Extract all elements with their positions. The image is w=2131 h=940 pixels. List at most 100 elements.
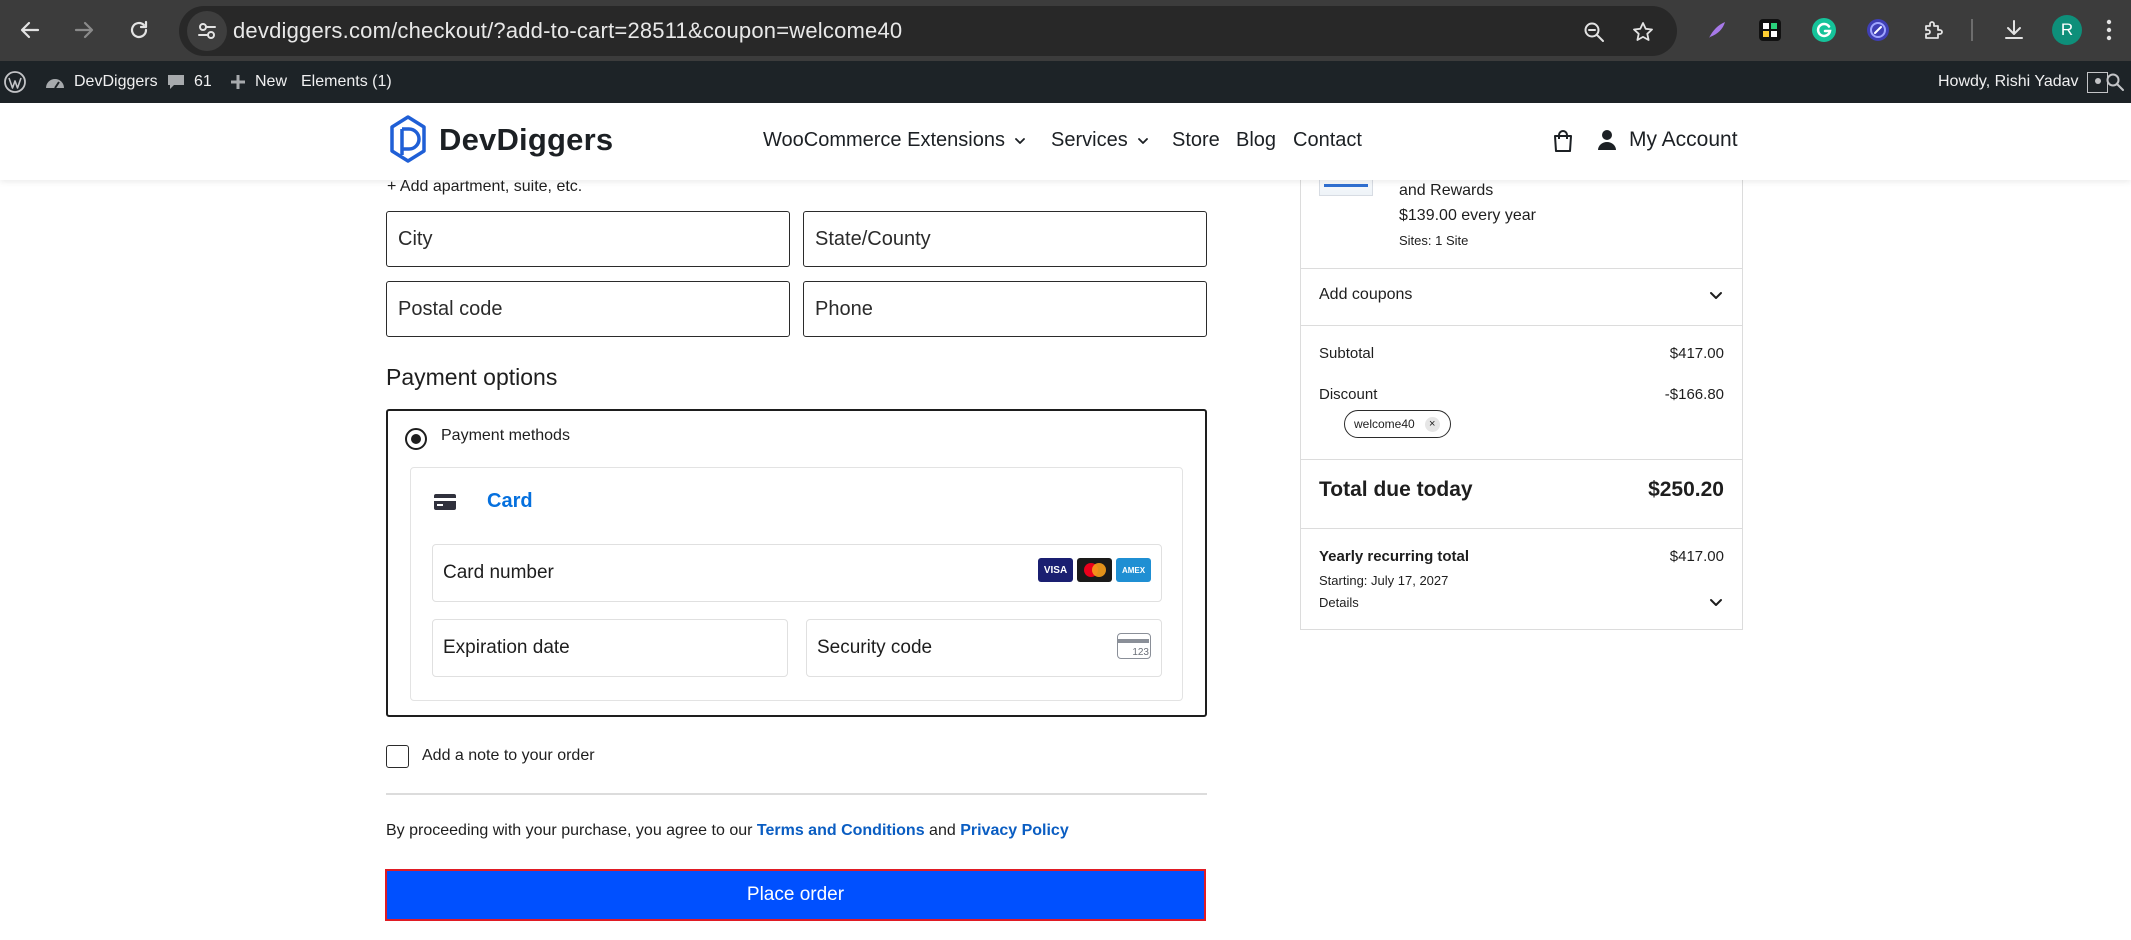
terms-link[interactable]: Terms and Conditions xyxy=(757,822,925,839)
card-number-placeholder: Card number xyxy=(443,562,554,583)
toolbar-divider xyxy=(1971,19,1973,41)
postal-code-field[interactable]: Postal code xyxy=(386,281,790,337)
adminbar-my-account[interactable]: Howdy, Rishi Yadav xyxy=(1938,61,2108,103)
payment-methods-box: Payment methods Card Card number VISA AM… xyxy=(386,409,1207,717)
privacy-link[interactable]: Privacy Policy xyxy=(960,822,1069,839)
mastercard-icon xyxy=(1077,558,1112,582)
recurring-label: Yearly recurring total xyxy=(1319,548,1470,565)
discount-label: Discount xyxy=(1319,386,1378,403)
credit-card-icon xyxy=(434,493,456,510)
extension-grammarly-button[interactable] xyxy=(1809,15,1839,45)
recurring-start: Starting: July 17, 2027 xyxy=(1319,573,1449,588)
site-info-button[interactable] xyxy=(187,11,227,51)
reload-icon xyxy=(130,20,148,39)
extensions-button[interactable] xyxy=(1918,15,1948,45)
subtotal-value: $417.00 xyxy=(1669,345,1724,362)
zoom-button[interactable] xyxy=(1581,19,1607,45)
extension-grid-button[interactable] xyxy=(1755,15,1785,45)
address-bar[interactable]: devdiggers.com/checkout/?add-to-cart=285… xyxy=(179,6,1677,56)
puzzle-icon xyxy=(1925,21,1943,39)
expiration-date-input[interactable]: Expiration date xyxy=(432,619,788,677)
more-menu-icon[interactable] xyxy=(2106,18,2112,42)
postal-placeholder: Postal code xyxy=(398,298,503,320)
cvc-icon: 123 xyxy=(1117,633,1151,659)
adminbar-elements[interactable]: Elements (1) xyxy=(301,61,392,103)
reload-button[interactable] xyxy=(121,12,157,48)
forward-button[interactable] xyxy=(66,12,102,48)
my-account-link[interactable]: My Account xyxy=(1597,128,1738,152)
shopping-bag-icon xyxy=(1554,130,1572,152)
nav-store[interactable]: Store xyxy=(1172,129,1220,152)
bookmark-button[interactable] xyxy=(1630,19,1656,45)
site-logo[interactable]: DevDiggers xyxy=(385,111,613,169)
total-value: $250.20 xyxy=(1648,478,1724,501)
recurring-value: $417.00 xyxy=(1669,548,1724,565)
extension-feather-button[interactable] xyxy=(1702,15,1732,45)
city-field[interactable]: City xyxy=(386,211,790,267)
state-field[interactable]: State/County xyxy=(803,211,1207,267)
comment-icon xyxy=(168,75,184,89)
plus-icon xyxy=(231,75,245,89)
recurring-total-row: Yearly recurring total $417.00 xyxy=(1319,548,1724,565)
grid-app-icon xyxy=(1759,19,1781,41)
chevron-down-icon xyxy=(1710,599,1722,606)
payment-methods-label: Payment methods xyxy=(441,427,570,444)
nav-woocommerce-extensions[interactable]: WooCommerce Extensions xyxy=(763,129,1027,152)
add-coupons-label: Add coupons xyxy=(1319,286,1413,303)
recurring-start-row: Starting: July 17, 2027 xyxy=(1319,573,1724,588)
site-header: DevDiggers WooCommerce Extensions Servic… xyxy=(0,103,2131,180)
extension-bolt-button[interactable] xyxy=(1863,15,1893,45)
cart-button[interactable] xyxy=(1552,129,1574,158)
grammarly-icon xyxy=(1812,18,1836,42)
url-text[interactable]: devdiggers.com/checkout/?add-to-cart=285… xyxy=(233,18,902,44)
expiration-placeholder: Expiration date xyxy=(443,637,570,658)
payment-options-title: Payment options xyxy=(386,364,558,390)
bolt-circle-icon xyxy=(1867,19,1889,41)
product-sites: Sites: 1 Site xyxy=(1399,233,1469,248)
payment-method-radio[interactable] xyxy=(405,428,427,450)
amex-icon: AMEX xyxy=(1116,558,1151,582)
details-toggle[interactable]: Details xyxy=(1319,594,1724,610)
summary-divider xyxy=(1301,268,1742,269)
wp-logo-menu[interactable] xyxy=(3,61,27,103)
howdy-text: Howdy, Rishi Yadav xyxy=(1938,73,2079,90)
chevron-down-icon xyxy=(1710,292,1722,299)
summary-divider xyxy=(1301,325,1742,326)
back-button[interactable] xyxy=(12,12,48,48)
devdiggers-logo-icon xyxy=(390,115,426,163)
arrow-left-icon xyxy=(20,21,40,39)
nav-label: Blog xyxy=(1236,129,1277,151)
downloads-button[interactable] xyxy=(1999,15,2029,45)
order-note-checkbox[interactable] xyxy=(386,745,409,768)
wordpress-icon xyxy=(4,71,26,93)
comments-count: 61 xyxy=(194,73,212,90)
add-apartment-link[interactable]: + Add apartment, suite, etc. xyxy=(387,178,582,196)
feather-icon xyxy=(1709,22,1725,38)
nav-services[interactable]: Services xyxy=(1051,129,1150,152)
logo-text: DevDiggers xyxy=(439,122,614,157)
security-code-input[interactable]: Security code 123 xyxy=(806,619,1162,677)
card-payment-element: Card Card number VISA AMEX Expiration da… xyxy=(410,467,1183,701)
card-brands: VISA AMEX xyxy=(1038,558,1151,582)
product-name: and Rewards xyxy=(1399,182,1494,199)
adminbar-site-link[interactable]: DevDiggers xyxy=(44,61,158,103)
city-placeholder: City xyxy=(398,228,433,250)
phone-field[interactable]: Phone xyxy=(803,281,1207,337)
adminbar-comments[interactable]: 61 xyxy=(166,61,212,103)
add-coupons-toggle[interactable]: Add coupons xyxy=(1319,286,1724,304)
card-number-input[interactable]: Card number VISA AMEX xyxy=(432,544,1162,602)
card-tab[interactable]: Card xyxy=(433,490,533,513)
nav-blog[interactable]: Blog xyxy=(1236,129,1276,152)
card-tab-label: Card xyxy=(487,490,533,512)
total-label: Total due today xyxy=(1319,478,1473,501)
profile-avatar[interactable]: R xyxy=(2052,15,2082,45)
tune-icon xyxy=(198,23,216,39)
adminbar-new[interactable]: New xyxy=(229,61,287,103)
adminbar-search[interactable] xyxy=(2105,61,2125,103)
search-icon xyxy=(2106,73,2124,91)
nav-contact[interactable]: Contact xyxy=(1293,129,1362,152)
remove-coupon-icon[interactable]: × xyxy=(1424,416,1440,432)
download-icon xyxy=(2005,20,2023,39)
place-order-button[interactable]: Place order xyxy=(385,869,1206,921)
order-note-label[interactable]: Add a note to your order xyxy=(422,747,595,765)
